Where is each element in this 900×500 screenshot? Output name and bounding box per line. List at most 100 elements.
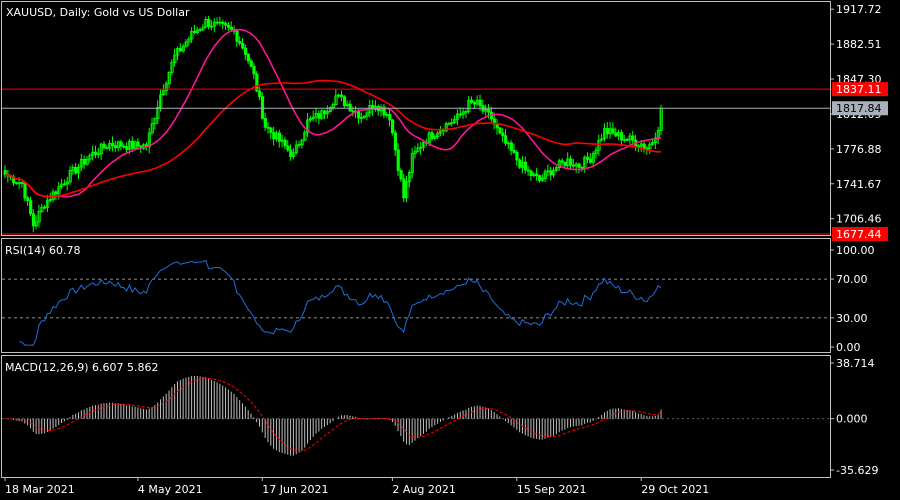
y-tick-label: 100.00 <box>836 244 875 257</box>
candle-body <box>23 182 27 199</box>
candle-body <box>207 19 211 27</box>
y-tick-label: 1741.67 <box>836 178 882 191</box>
rsi-pane: 100.00 70.00 30.00 0.00 <box>2 244 875 354</box>
candle-body <box>31 213 36 227</box>
candle-body <box>269 127 273 133</box>
candle-body <box>111 142 115 147</box>
candle-body <box>560 160 564 163</box>
candle-body <box>252 65 256 75</box>
candle-body <box>393 132 398 151</box>
candle-body <box>472 102 477 105</box>
y-tick-label: 1776.88 <box>836 143 882 156</box>
candle-body <box>289 149 293 157</box>
candle-body <box>178 47 183 52</box>
macd-label: MACD(12,26,9) 6.607 5.862 <box>5 361 159 374</box>
x-tick-label: 29 Oct 2021 <box>641 483 709 496</box>
candle-body <box>458 113 463 116</box>
candle-body <box>625 138 629 141</box>
candle-body <box>235 30 239 42</box>
candle-body <box>255 73 259 92</box>
candle-body <box>54 191 58 195</box>
candle-body <box>323 110 327 115</box>
candle-body <box>266 126 270 129</box>
candle-body <box>260 96 265 119</box>
current-price-label: 1817.84 <box>836 102 882 115</box>
candle-body <box>470 99 474 103</box>
candle-body <box>357 110 361 119</box>
candle-body <box>105 147 109 150</box>
price-level-label: 1677.44 <box>836 228 882 241</box>
candle-body <box>94 151 98 155</box>
candle-body <box>512 149 516 153</box>
candle-body <box>430 132 434 139</box>
candle-body <box>569 158 573 166</box>
candle-body <box>605 128 610 135</box>
y-tick-label: -35.629 <box>836 464 878 477</box>
main-pane-frame <box>1 1 831 236</box>
candle-body <box>501 132 505 137</box>
y-tick-label: 70.00 <box>836 273 868 286</box>
candle-body <box>396 149 400 171</box>
macd-pane: 38.714 0.000 -35.629 <box>2 357 878 477</box>
candle-body <box>119 141 123 147</box>
y-tick-label: 1917.72 <box>836 3 882 16</box>
y-tick-label: 1706.46 <box>836 213 882 226</box>
candle-body <box>317 113 321 119</box>
candle-body <box>215 21 219 24</box>
moving-average-line <box>4 28 662 198</box>
candle-body <box>620 132 624 141</box>
candle-body <box>351 110 355 113</box>
candle-body <box>388 114 392 121</box>
candle-body <box>20 182 24 184</box>
candle-body <box>102 143 106 149</box>
candle-body <box>588 159 593 163</box>
candle-body <box>487 109 491 113</box>
main-pane: 1917.721882.511847.301812.091776.881741.… <box>2 3 888 241</box>
price-level-label: 1837.11 <box>836 83 882 96</box>
candle-body <box>529 170 533 176</box>
candle-body <box>478 99 482 107</box>
candle-body <box>515 152 519 161</box>
candle-body <box>246 53 250 62</box>
candle-body <box>504 135 508 144</box>
candle-body <box>340 94 344 98</box>
rsi-pane-frame <box>1 238 831 353</box>
candle-body <box>286 145 290 151</box>
rsi-line <box>19 259 662 346</box>
candle-body <box>113 145 118 149</box>
candle-body <box>614 132 618 137</box>
candle-body <box>29 200 33 215</box>
candle-body <box>226 24 231 28</box>
moving-average-line <box>4 79 662 198</box>
candle-body <box>538 175 542 181</box>
candle-body <box>631 135 635 141</box>
candle-body <box>399 170 403 180</box>
x-tick-label: 17 Jun 2021 <box>262 483 328 496</box>
candle-body <box>43 206 47 209</box>
candle-body <box>238 41 242 44</box>
rsi-label: RSI(14) 60.78 <box>5 244 80 257</box>
x-tick-label: 18 Mar 2021 <box>5 483 75 496</box>
candle-body <box>14 182 19 185</box>
candle-body <box>229 26 234 30</box>
chart-svg[interactable]: 1917.721882.511847.301812.091776.881741.… <box>0 0 900 500</box>
x-tick-label: 4 May 2021 <box>138 483 203 496</box>
y-tick-label: 1882.51 <box>836 38 882 51</box>
candle-body <box>390 119 395 134</box>
x-tick-label: 15 Sep 2021 <box>517 483 587 496</box>
candle-body <box>577 163 581 168</box>
candle-body <box>523 161 528 171</box>
candle-body <box>125 146 129 150</box>
x-tick-label: 2 Aug 2021 <box>392 483 455 496</box>
candle-body <box>342 96 347 107</box>
candle-body <box>249 60 253 67</box>
candle-body <box>26 197 30 201</box>
candle-body <box>263 118 267 128</box>
candle-body <box>221 21 225 24</box>
candle-body <box>526 169 530 172</box>
candle-body <box>136 141 140 147</box>
chart-title: XAUUSD, Daily: Gold vs US Dollar <box>6 6 190 19</box>
candle-body <box>258 90 262 98</box>
candle-body <box>224 23 228 26</box>
candle-body <box>509 142 513 151</box>
